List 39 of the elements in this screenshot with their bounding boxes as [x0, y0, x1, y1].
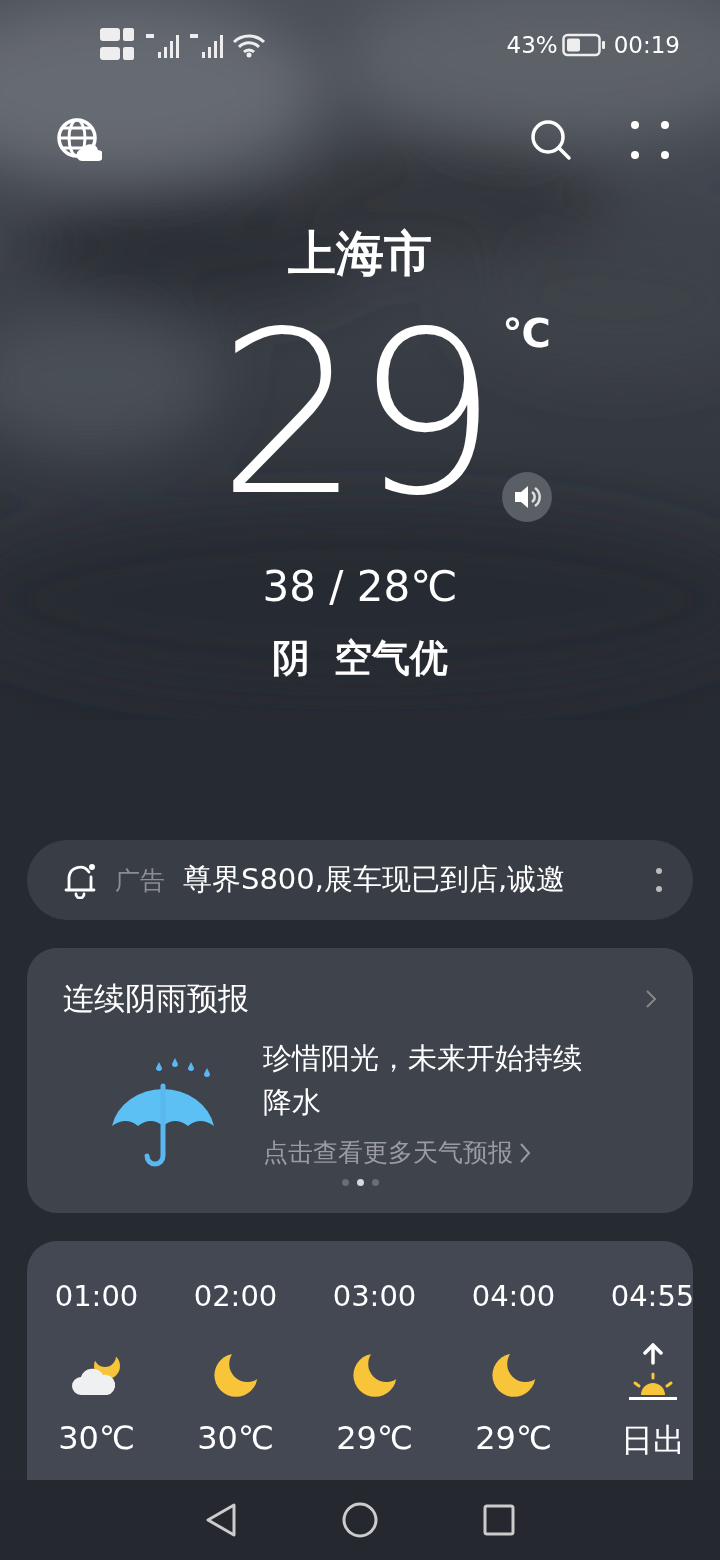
more-icon[interactable]	[630, 120, 670, 160]
back-icon[interactable]	[205, 1502, 237, 1538]
battery-percent: 43%	[506, 32, 558, 58]
more-forecast-link[interactable]: 点击查看更多天气预报	[263, 1136, 531, 1169]
home-icon[interactable]	[342, 1502, 378, 1538]
hour-temperature: 29℃	[336, 1419, 413, 1457]
wifi-icon	[232, 32, 266, 58]
hour-time: 03:00	[332, 1279, 417, 1313]
hour-temperature: 日出	[620, 1420, 685, 1461]
hour-temperature: 30℃	[58, 1419, 135, 1457]
hour-temperature: 30℃	[197, 1419, 274, 1457]
current-temperature: 29	[217, 304, 493, 524]
air-quality: 空气优	[334, 635, 448, 682]
more-vertical-icon[interactable]	[655, 867, 663, 893]
temperature-range: 38 / 28℃	[262, 562, 458, 611]
recents-icon[interactable]	[483, 1504, 515, 1536]
hour-time: 04:00	[471, 1279, 556, 1313]
hour-time: 04:55	[610, 1279, 693, 1313]
chevron-right-icon	[645, 989, 657, 1009]
clock-time: 00:19	[613, 32, 680, 58]
card-message: 珍惜阳光，未来开始持续降水	[263, 1040, 583, 1121]
speaker-icon	[513, 484, 542, 510]
chevron-right-icon	[519, 1141, 531, 1164]
battery-icon	[561, 33, 606, 57]
sunrise-icon	[626, 1343, 679, 1403]
ad-label: 广告	[115, 864, 165, 897]
ad-banner[interactable]: 广告 尊界S800,展车现已到店,诚邀	[27, 840, 693, 920]
weather-condition: 阴	[272, 635, 310, 682]
hour-time: 01:00	[54, 1279, 139, 1313]
search-icon[interactable]	[530, 119, 572, 161]
globe-cloud-icon[interactable]	[56, 117, 102, 163]
card-title: 连续阴雨预报	[63, 979, 250, 1018]
temperature-unit: ℃	[502, 310, 552, 356]
ad-text: 尊界S800,展车现已到店,诚邀	[183, 861, 567, 898]
bell-icon	[63, 861, 97, 899]
forecast-card[interactable]: 连续阴雨预报 珍惜阳光，未来开始持续降水 点击查看更多天气预报	[27, 948, 693, 1213]
hour-time: 02:00	[193, 1279, 278, 1313]
city-name: 上海市	[288, 225, 432, 281]
hour-temperature: 29℃	[475, 1419, 552, 1457]
